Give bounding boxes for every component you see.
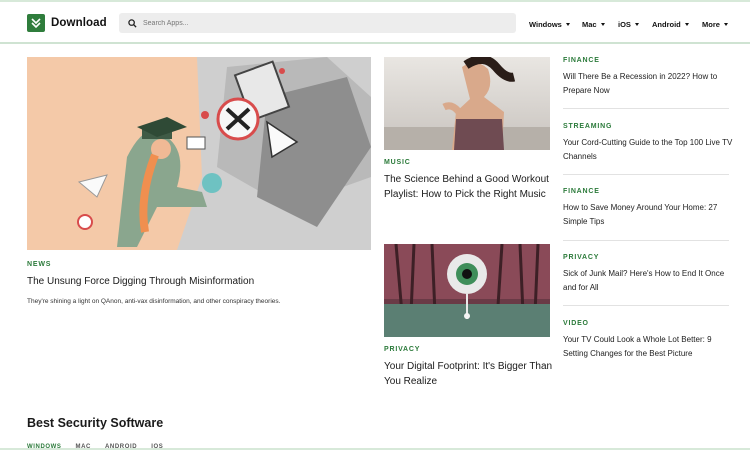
sidebar-category: PRIVACY [563,254,600,261]
hero-summary: They're shining a light on QAnon, anti-v… [27,298,281,305]
hero-image[interactable] [27,57,371,250]
site-logo[interactable]: Download [27,13,107,33]
sidebar-title[interactable]: Your Cord-Cutting Guide to the Top 100 L… [563,136,733,164]
download-icon [27,14,45,32]
search-icon [128,18,137,28]
sidebar-category: STREAMING [563,123,613,130]
divider [563,240,729,241]
nav-ios-label: iOS [618,19,631,29]
footprint-title[interactable]: Your Digital Footprint: It's Bigger Than… [384,359,554,389]
nav-mac-label: Mac [582,19,597,29]
site-header: Download Windows Mac iOS Android More [0,2,750,44]
divider [563,108,729,109]
nav-windows-label: Windows [529,19,562,29]
chevron-down-icon [565,22,570,26]
nav-windows[interactable]: Windows [529,18,570,30]
footprint-category: PRIVACY [384,346,421,353]
section-title: Best Security Software [27,416,164,430]
nav-android[interactable]: Android [652,18,689,30]
divider [563,174,729,175]
chevron-down-icon [600,22,605,26]
chevron-down-icon [634,22,639,26]
nav-ios[interactable]: iOS [618,18,639,30]
sidebar-category: VIDEO [563,320,589,327]
chevron-down-icon [723,22,728,26]
divider [563,305,729,306]
search-input[interactable] [143,19,483,27]
chevron-down-icon [684,22,689,26]
sidebar-title[interactable]: Your TV Could Look a Whole Lot Better: 9… [563,333,733,361]
nav-more-label: More [702,19,720,29]
workout-category: MUSIC [384,159,411,166]
search-bar[interactable] [119,13,516,33]
workout-title[interactable]: The Science Behind a Good Workout Playli… [384,172,554,202]
sidebar-category: FINANCE [563,57,600,64]
sidebar-category: FINANCE [563,188,600,195]
nav-android-label: Android [652,19,681,29]
hero-title[interactable]: The Unsung Force Digging Through Misinfo… [27,276,357,287]
sidebar-title[interactable]: Sick of Junk Mail? Here's How to End It … [563,267,733,295]
nav-more[interactable]: More [702,18,728,30]
workout-playlist-image[interactable] [384,57,550,150]
brand-name: Download [51,17,107,29]
sidebar-title[interactable]: Will There Be a Recession in 2022? How t… [563,70,733,98]
sidebar-title[interactable]: How to Save Money Around Your Home: 27 S… [563,201,733,229]
digital-footprint-image[interactable] [384,244,550,337]
hero-category: NEWS [27,261,52,268]
nav-mac[interactable]: Mac [582,18,605,30]
